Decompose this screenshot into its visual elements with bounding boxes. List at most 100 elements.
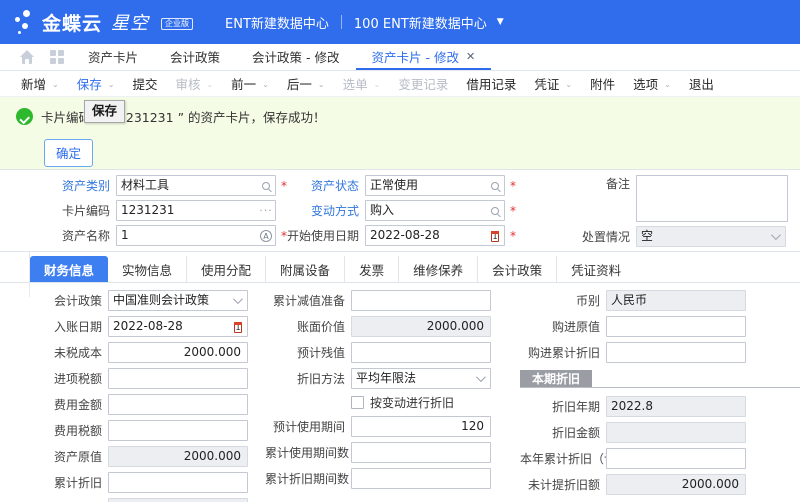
- field-disposal-status: 处置情况 空: [562, 226, 788, 247]
- field-control[interactable]: [108, 368, 248, 389]
- toolbar-previous-button[interactable]: 前一 ⌄: [222, 71, 278, 96]
- field-control[interactable]: [351, 342, 491, 363]
- translate-icon[interactable]: A: [257, 226, 275, 245]
- close-icon[interactable]: ✕: [466, 50, 475, 63]
- field-label: 入账日期: [53, 320, 102, 334]
- field-control[interactable]: 2022-08-28 1: [365, 225, 505, 246]
- tab-asset-card[interactable]: 资产卡片: [72, 44, 154, 70]
- field-control[interactable]: [351, 442, 491, 463]
- detail-tab-physical[interactable]: 实物信息: [108, 256, 188, 282]
- field-asset-name: 资产名称 1 A *: [30, 225, 287, 246]
- field-remark: 备注: [562, 175, 788, 222]
- datacenter-current: 100 ENT新建数据中心: [353, 16, 487, 32]
- field-original-value: 资产原值 2000.000: [30, 446, 265, 467]
- toolbar-submit-button[interactable]: 提交: [123, 71, 166, 96]
- field-label: 购进原值: [551, 320, 600, 334]
- remark-textarea[interactable]: [636, 175, 788, 222]
- field-expected-periods: 预计使用期间 120: [265, 416, 520, 437]
- detail-tab-accessories[interactable]: 附属设备: [266, 256, 346, 282]
- chevron-down-icon[interactable]: ⌄: [565, 80, 572, 89]
- field-label[interactable]: 资产类别: [30, 177, 116, 194]
- field-control[interactable]: 中国准则会计政策: [108, 290, 248, 311]
- calendar-icon[interactable]: 1: [229, 317, 247, 336]
- required-marker: *: [510, 228, 516, 243]
- field-control[interactable]: 平均年限法: [351, 368, 491, 389]
- field-control[interactable]: [108, 420, 248, 441]
- toolbar-exit-button[interactable]: 退出: [680, 71, 723, 96]
- confirm-button[interactable]: 确定: [44, 139, 94, 167]
- search-icon[interactable]: [486, 176, 504, 195]
- chevron-down-icon[interactable]: ⌄: [318, 80, 325, 89]
- field-control[interactable]: [351, 290, 491, 311]
- field-control[interactable]: 2022-08-28 1: [108, 316, 248, 337]
- field-control[interactable]: 正常使用: [365, 175, 505, 196]
- toolbar-next-button[interactable]: 后一 ⌄: [278, 71, 334, 96]
- field-accounting-policy: 会计政策 中国准则会计政策: [30, 290, 265, 311]
- tab-label: 会计政策: [170, 49, 221, 65]
- field-control[interactable]: 1231231 ···: [116, 200, 276, 221]
- field-control[interactable]: [351, 468, 491, 489]
- toolbar-voucher-button[interactable]: 凭证 ⌄: [525, 71, 581, 96]
- toolbar-options-button[interactable]: 选项 ⌄: [624, 71, 680, 96]
- field-label: 累计折旧期间数: [265, 472, 350, 486]
- chevron-down-icon[interactable]: ⌄: [664, 80, 671, 89]
- chevron-down-icon[interactable]: ⌄: [52, 80, 59, 89]
- command-toolbar: 新增 ⌄ 保存 ⌄ 提交 审核 ⌄ 前一 ⌄ 后一 ⌄ 选单 ⌄ 变更记录 借用…: [0, 71, 800, 97]
- field-label: 累计减值准备: [272, 294, 345, 308]
- field-control[interactable]: 2000.000: [108, 342, 248, 363]
- chevron-down-icon[interactable]: [232, 294, 243, 305]
- field-control[interactable]: 1 A: [116, 225, 276, 246]
- app-header: 金蝶云 星空 企业版 ENT新建数据中心 100 ENT新建数据中心 ▼: [0, 0, 800, 44]
- detail-tab-voucher-data[interactable]: 凭证资料: [557, 256, 635, 282]
- ellipsis-icon[interactable]: ···: [257, 201, 275, 220]
- search-icon[interactable]: [486, 201, 504, 220]
- tab-accounting-policy-edit[interactable]: 会计政策 - 修改: [236, 44, 355, 70]
- success-check-icon: [16, 108, 33, 125]
- field-expense-tax: 费用税额: [30, 420, 265, 441]
- field-label[interactable]: 变动方式: [287, 202, 365, 219]
- calendar-icon[interactable]: 1: [486, 226, 504, 245]
- home-button[interactable]: [12, 44, 42, 70]
- field-asset-category: 资产类别 材料工具 *: [30, 175, 287, 196]
- toolbar-new-button[interactable]: 新增 ⌄: [12, 71, 68, 96]
- detail-tab-invoice[interactable]: 发票: [345, 256, 400, 282]
- field-control[interactable]: 120: [351, 416, 491, 437]
- chevron-down-icon[interactable]: [475, 372, 486, 383]
- field-year-accumulated-depreciation: 本年累计折旧（计提...: [520, 448, 800, 469]
- field-control[interactable]: 购入: [365, 200, 505, 221]
- field-control[interactable]: [108, 472, 248, 493]
- field-control[interactable]: 空: [636, 226, 786, 247]
- field-control[interactable]: [606, 448, 746, 469]
- field-control[interactable]: [108, 394, 248, 415]
- toolbar-save-button[interactable]: 保存 ⌄: [68, 71, 124, 96]
- field-control[interactable]: 材料工具: [116, 175, 276, 196]
- chevron-down-icon[interactable]: [770, 230, 781, 241]
- field-control[interactable]: [606, 342, 746, 363]
- toolbar-attachment-button[interactable]: 附件: [581, 71, 624, 96]
- section-title: 本期折旧: [520, 370, 593, 387]
- field-value: 2000.000: [681, 477, 739, 491]
- field-label: 预计使用期间: [272, 420, 345, 434]
- app-grid-button[interactable]: [42, 44, 72, 70]
- field-depreciate-by-change[interactable]: 按变动进行折旧: [265, 394, 520, 411]
- field-control[interactable]: [606, 316, 746, 337]
- detail-tab-financial[interactable]: 财务信息: [30, 256, 109, 282]
- chevron-down-icon[interactable]: ▼: [497, 17, 504, 27]
- search-icon[interactable]: [257, 176, 275, 195]
- toolbar-loan-record-button[interactable]: 借用记录: [457, 71, 525, 96]
- tab-asset-card-edit[interactable]: 资产卡片 - 修改 ✕: [355, 44, 492, 70]
- detail-tab-maintenance[interactable]: 维修保养: [399, 256, 479, 282]
- detail-tab-accounting-policy[interactable]: 会计政策: [478, 256, 558, 282]
- field-label: 折旧方法: [296, 372, 345, 386]
- chevron-down-icon: ⌄: [206, 80, 214, 89]
- checkbox[interactable]: [351, 396, 364, 409]
- detail-tab-allocation[interactable]: 使用分配: [187, 256, 267, 282]
- window-tab-bar: 资产卡片 会计政策 会计政策 - 修改 资产卡片 - 修改 ✕: [0, 44, 800, 71]
- tab-label: 资产卡片: [88, 49, 139, 65]
- tab-accounting-policy[interactable]: 会计政策: [154, 44, 236, 70]
- field-label[interactable]: 资产状态: [287, 177, 365, 194]
- datacenter-selector[interactable]: ENT新建数据中心 100 ENT新建数据中心 ▼: [225, 13, 504, 32]
- chevron-down-icon[interactable]: ⌄: [262, 80, 269, 89]
- chevron-down-icon[interactable]: ⌄: [108, 80, 115, 89]
- field-value: 2000.000: [426, 319, 484, 333]
